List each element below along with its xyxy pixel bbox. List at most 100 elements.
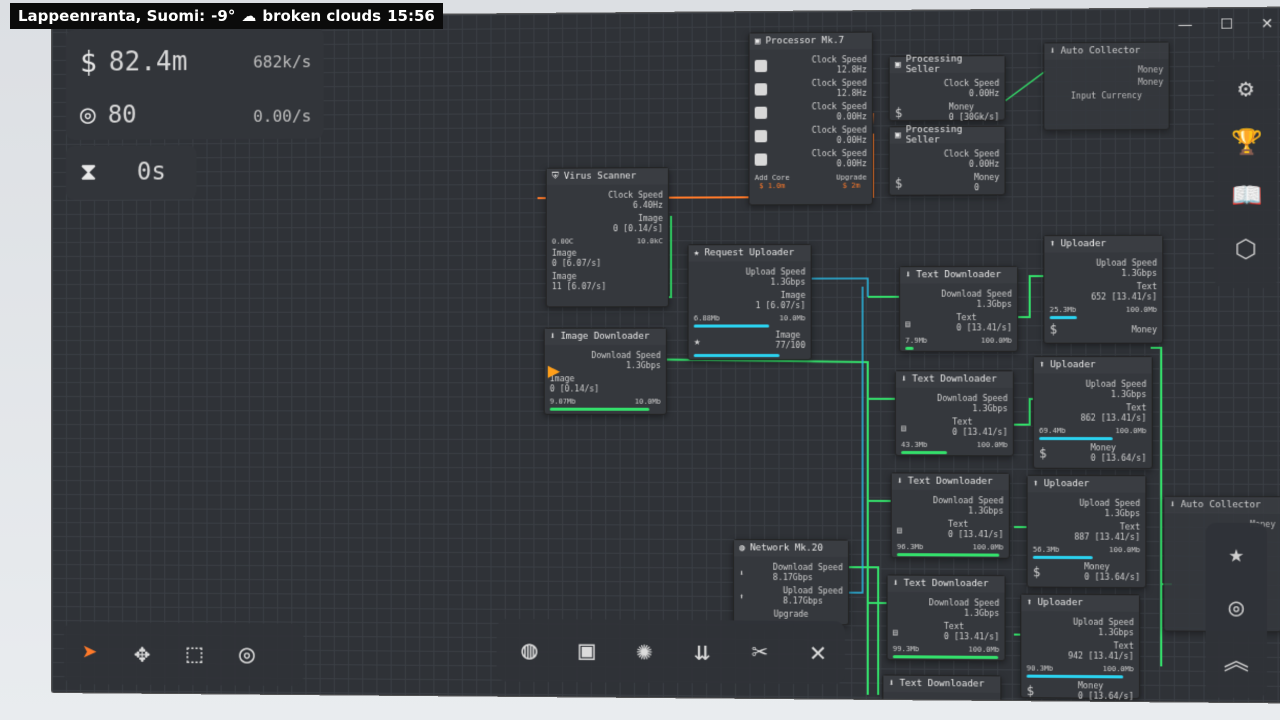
upload-speed-row: Upload Speed 1.3Gbps <box>1050 258 1157 279</box>
upgrade-button[interactable]: Upgrade $ 2m <box>836 173 867 189</box>
progress-bar <box>896 553 1000 557</box>
network-upgrade-button[interactable]: Upgrade <box>739 609 843 619</box>
move-icon[interactable]: ✥ <box>116 627 168 680</box>
request-uploader-node[interactable]: ★ Request Uploader Upload Speed 1.3Gbps Im… <box>687 243 812 361</box>
node-title[interactable]: ⬆ Uploader <box>1021 594 1140 612</box>
build-toolbar: ◍ ▣ ✺ ⇊ ✂ ✕ <box>496 618 845 685</box>
progress-labels: 69.4Mb 100.0Mb <box>1039 427 1146 435</box>
uploader-node[interactable]: ⬆ Uploader Upload Speed 1.3Gbps Text 652 [1… <box>1043 234 1164 344</box>
node-title[interactable]: ⬇ Text Downloader <box>891 473 1009 491</box>
node-title[interactable]: ⬇ Text Downloader <box>900 266 1018 284</box>
tools-icon[interactable]: ✂ <box>733 626 787 679</box>
money-value: 0 [13.64/s] <box>1078 691 1134 702</box>
download-stack-icon[interactable]: ⇊ <box>675 625 729 678</box>
auto-collector-node[interactable]: ⬇ Auto Collector Money Money Input Curren… <box>1043 41 1170 131</box>
double-chevron-up-icon[interactable]: ︽ <box>1221 646 1251 675</box>
node-title[interactable]: ⬆ Uploader <box>1033 357 1152 374</box>
processor-node[interactable]: ▣ Processor Mk.7 Clock Speed 12.8Hz Clock… <box>748 31 873 206</box>
speed-label: Download Speed <box>772 562 843 573</box>
node-title[interactable]: ⬇ Text Downloader <box>887 575 1005 593</box>
progress-left: 43.3Mb <box>901 440 928 450</box>
progress-right: 100.0Mb <box>972 543 1004 552</box>
progress-bar <box>1026 674 1124 679</box>
box-select-icon[interactable]: ⬚ <box>168 628 220 681</box>
core-icon <box>754 83 768 96</box>
request-title: Request Uploader <box>704 248 795 259</box>
progress-right: 10.0Mb <box>634 397 661 406</box>
target-icon[interactable]: ◎ <box>1221 593 1251 622</box>
processing-seller-node[interactable]: ▣ Processing Seller Clock Speed 0.00Hz $ Mo… <box>888 125 1006 196</box>
node-title[interactable]: ◍ Network Mk.20 <box>733 540 849 557</box>
chip-icon: ▣ <box>894 130 901 141</box>
node-title[interactable]: ▣ Processing Seller <box>889 125 1005 146</box>
speed-value: 1.3Gbps <box>770 277 806 287</box>
text-downloader-node[interactable]: ⬇ Text Downloader <box>882 674 1002 703</box>
network-node[interactable]: ◍ Network Mk.20 ⬇ Download Speed 8.17Gbps ⬆… <box>732 539 850 626</box>
gear-icon[interactable]: ⚙ <box>1231 74 1261 103</box>
add-core-button[interactable]: Add Core $ 1.0m <box>755 174 790 190</box>
image-downloader-node[interactable]: ⬇ Image Downloader Download Speed 1.3Gbps … <box>543 327 667 415</box>
book-icon[interactable]: 📖 <box>1231 181 1263 210</box>
mouse-cursor-icon: ▶ <box>547 358 561 383</box>
node-title[interactable]: ★ Request Uploader <box>688 244 811 262</box>
money-label: Money <box>1131 324 1157 334</box>
wire <box>1014 276 1045 317</box>
image-row: Image 1 [6.07/s] <box>694 291 806 311</box>
trophy-icon[interactable]: 🏆 <box>1231 127 1263 156</box>
node-title[interactable]: ⬇ Text Downloader <box>895 371 1013 388</box>
document-icon: ▤ <box>896 525 902 535</box>
download-icon: ⬇ <box>549 331 556 342</box>
virus-scanner-node[interactable]: ⛨ Virus Scanner Clock Speed 6.40Hz Image 0 … <box>545 167 669 308</box>
speed-value: 1.3Gbps <box>976 299 1012 309</box>
processing-seller-node[interactable]: ▣ Processing Seller Clock Speed 0.00Hz $ Mo… <box>888 54 1006 122</box>
mode-toolbar: ➤ ✥ ⬚ ◎ <box>63 622 304 687</box>
download-icon: ⬇ <box>901 374 907 385</box>
dollar-icon: $ <box>1026 683 1035 699</box>
speed-label: Download Speed <box>941 289 1012 299</box>
processor-cores: Clock Speed 12.8Hz Clock Speed 12.8Hz Cloc… <box>750 49 872 193</box>
node-title[interactable]: ⬇ Auto Collector <box>1164 496 1280 514</box>
node-title[interactable]: ⬆ Uploader <box>1044 235 1163 253</box>
uploader-node[interactable]: ⬆ Uploader Upload Speed 1.3Gbps Text 942 [1… <box>1020 593 1141 702</box>
node-title[interactable]: ⛨ Virus Scanner <box>546 168 668 185</box>
currency-panel: $ 82.4m 682k/s ◎ 80 0.00/s <box>65 27 324 140</box>
node-title[interactable]: ⬇ Text Downloader <box>883 675 1001 693</box>
money-value: 0 <box>974 183 980 193</box>
select-cursor-icon[interactable]: ➤ <box>64 627 116 679</box>
aperture-icon[interactable]: ✺ <box>618 625 672 678</box>
uploader-node[interactable]: ⬆ Uploader Upload Speed 1.3Gbps Text 862 [1… <box>1032 356 1153 470</box>
textdl-title: Text Downloader <box>899 678 985 690</box>
image-value: 77/100 <box>775 340 806 350</box>
node-title[interactable]: ⬇ Image Downloader <box>544 328 666 345</box>
core-label: Clock Speed <box>811 78 867 89</box>
text-label: Text <box>948 519 969 529</box>
weather-overlay: Lappeenranta, Suomi: -9° ☁ broken clouds… <box>10 3 443 29</box>
star-icon[interactable]: ★ <box>1221 539 1251 568</box>
text-downloader-node[interactable]: ⬇ Text Downloader Download Speed 1.3Gbps ▤… <box>890 472 1010 559</box>
circle-icon[interactable]: ◎ <box>221 628 273 681</box>
text-downloader-node[interactable]: ⬇ Text Downloader Download Speed 1.3Gbps ▤… <box>894 370 1014 457</box>
money-label: Money <box>1137 65 1164 75</box>
text-downloader-node[interactable]: ⬇ Text Downloader Download Speed 1.3Gbps ▤… <box>899 265 1019 352</box>
wire <box>847 287 863 593</box>
timer-panel: ⧗ 0s <box>65 145 197 200</box>
crossed-tools-icon[interactable]: ✕ <box>791 626 845 679</box>
globe-icon[interactable]: ◍ <box>503 624 556 677</box>
imgdl-title: Image Downloader <box>560 331 650 342</box>
money-label: Money <box>1090 443 1116 453</box>
speed-label: Upload Speed <box>782 586 843 596</box>
text-value: 0 [13.41/s] <box>952 427 1008 437</box>
text-row: Text 652 [13.41/s] <box>1050 282 1157 303</box>
uploader-node[interactable]: ⬆ Uploader Upload Speed 1.3Gbps Text 887 [1… <box>1026 474 1147 589</box>
node-title[interactable]: ▣ Processing Seller <box>889 54 1005 75</box>
hexagon-icon[interactable]: ⬡ <box>1231 234 1261 263</box>
chip-icon[interactable]: ▣ <box>560 624 613 677</box>
node-title[interactable]: ▣ Processor Mk.7 <box>749 32 872 50</box>
text-downloader-node[interactable]: ⬇ Text Downloader Download Speed 1.3Gbps ▤… <box>886 574 1006 662</box>
progress-labels: 25.3Mb 100.0Mb <box>1050 306 1157 314</box>
node-title[interactable]: ⬇ Auto Collector <box>1044 42 1169 60</box>
image-value: 1 [6.07/s] <box>755 301 806 311</box>
document-icon: ▤ <box>901 422 907 433</box>
download-icon: ⬇ <box>888 678 895 689</box>
node-title[interactable]: ⬆ Uploader <box>1027 475 1146 493</box>
